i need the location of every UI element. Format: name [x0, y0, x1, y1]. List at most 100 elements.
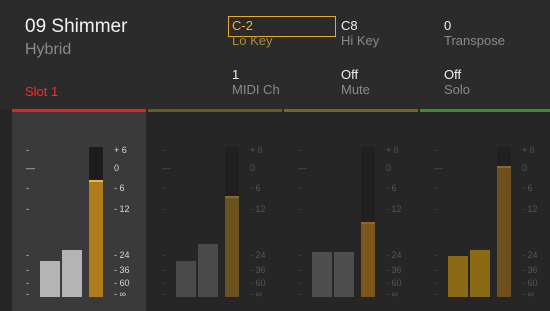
db-scale-label: - 36	[522, 265, 538, 275]
db-scale-label: + 6	[386, 145, 399, 155]
mute-value[interactable]: Off	[341, 68, 370, 82]
scale-mark: -	[26, 250, 29, 260]
scale-mark: -	[26, 183, 29, 193]
scale-mark: -	[26, 204, 29, 214]
db-scale-label: - 6	[250, 183, 261, 193]
volume-bar[interactable]	[448, 256, 468, 297]
scale-mark: —	[298, 163, 307, 173]
scale-mark: -	[434, 289, 437, 299]
hi-key-param[interactable]: C8 Hi Key	[341, 19, 380, 49]
db-scale-label: + 6	[250, 145, 263, 155]
db-scale-label: + 6	[114, 145, 127, 155]
volume-bar[interactable]	[470, 250, 490, 297]
db-scale-label: - 36	[114, 265, 130, 275]
volume-bar[interactable]	[198, 244, 218, 297]
channel-strip-slot-1[interactable]: - + 6 — 0 - - 6 - - 12 - - 24 - - 36 - - 60 - - ∞	[12, 109, 146, 311]
channel-strip-slot-3[interactable]: - + 6 — 0 - - 6 - - 12 - - 24 - - 36 - - 60 - - ∞	[284, 109, 418, 311]
scale-mark: -	[162, 183, 165, 193]
scale-mark: —	[162, 163, 171, 173]
scale-mark: -	[298, 183, 301, 193]
db-scale-label: - 24	[250, 250, 266, 260]
level-meter-fill	[89, 180, 103, 297]
scale-mark: -	[162, 278, 165, 288]
db-scale-label: - 60	[250, 278, 266, 288]
scale-mark: -	[434, 204, 437, 214]
preset-type: Hybrid	[25, 41, 72, 58]
db-scale-label: - ∞	[250, 289, 262, 299]
db-scale-label: - 36	[386, 265, 402, 275]
scale-mark: -	[434, 183, 437, 193]
scale-mark: -	[298, 204, 301, 214]
scale-mark: -	[26, 145, 29, 155]
scale-mark: -	[298, 250, 301, 260]
solo-param[interactable]: Off Solo	[444, 68, 471, 98]
preset-name[interactable]: 09 Shimmer	[25, 16, 127, 38]
db-scale-label: - 6	[114, 183, 125, 193]
lo-key-value[interactable]: C-2	[232, 19, 272, 33]
db-scale-label: 0	[250, 163, 256, 173]
scale-mark: -	[162, 145, 165, 155]
midi-ch-value[interactable]: 1	[232, 68, 280, 82]
scale-mark: -	[162, 204, 165, 214]
lo-key-label: Lo Key	[232, 33, 273, 48]
preset-header: 09 Shimmer Hybrid Slot 1 C-2 Lo Key C8 H…	[0, 0, 550, 109]
db-scale-label: - 12	[250, 204, 266, 214]
db-scale-label: - 24	[114, 250, 130, 260]
volume-bar[interactable]	[62, 250, 82, 297]
db-scale-label: - 12	[522, 204, 538, 214]
scale-mark: -	[26, 278, 29, 288]
hi-key-label: Hi Key	[341, 33, 380, 48]
volume-bar[interactable]	[176, 261, 196, 297]
transpose-param[interactable]: 0 Transpose	[444, 19, 505, 49]
solo-label: Solo	[444, 82, 471, 97]
db-scale-label: + 6	[522, 145, 535, 155]
db-scale-label: 0	[114, 163, 120, 173]
scale-mark: -	[298, 145, 301, 155]
hi-key-value[interactable]: C8	[341, 19, 379, 33]
db-scale-label: 0	[386, 163, 392, 173]
scale-mark: -	[162, 265, 165, 275]
mute-param[interactable]: Off Mute	[341, 68, 370, 98]
volume-bar[interactable]	[40, 261, 60, 297]
scale-mark: —	[434, 163, 443, 173]
scale-mark: -	[434, 278, 437, 288]
transpose-value[interactable]: 0	[444, 19, 505, 33]
scale-mark: -	[162, 250, 165, 260]
scale-mark: -	[434, 265, 437, 275]
db-scale-label: - 12	[114, 204, 130, 214]
scale-mark: -	[162, 289, 165, 299]
volume-bar[interactable]	[312, 252, 332, 297]
solo-value[interactable]: Off	[444, 68, 470, 82]
channel-strip-slot-4[interactable]: - + 6 — 0 - - 6 - - 12 - - 24 - - 36 - - 60 - - ∞	[420, 109, 550, 311]
level-meter-fill	[225, 196, 239, 297]
scale-mark: -	[298, 278, 301, 288]
db-scale-label: - ∞	[522, 289, 534, 299]
db-scale-label: - 6	[522, 183, 533, 193]
db-scale-label: - 24	[522, 250, 538, 260]
db-scale-label: - 60	[114, 278, 130, 288]
scale-mark: -	[298, 265, 301, 275]
scale-mark: -	[26, 289, 29, 299]
db-scale-label: - ∞	[114, 289, 126, 299]
midi-ch-label: MIDI Ch	[232, 82, 280, 97]
db-scale-label: 0	[522, 163, 528, 173]
channel-strip-slot-2[interactable]: - + 6 — 0 - - 6 - - 12 - - 24 - - 36 - - 60 - - ∞	[148, 109, 282, 311]
db-scale-label: - 12	[386, 204, 402, 214]
level-meter-fill	[361, 222, 375, 297]
scale-mark: -	[434, 145, 437, 155]
lo-key-param[interactable]: C-2 Lo Key	[232, 19, 273, 49]
scale-mark: -	[26, 265, 29, 275]
transpose-label: Transpose	[444, 33, 505, 48]
slot-label[interactable]: Slot 1	[25, 84, 58, 99]
db-scale-label: - 60	[522, 278, 538, 288]
db-scale-label: - 6	[386, 183, 397, 193]
scale-mark: —	[26, 163, 35, 173]
volume-bar[interactable]	[334, 252, 354, 297]
slot-mixer: - + 6—0- - 6-- 12- - 24- - 36- - 60- - ∞ - + 6—0…	[0, 109, 550, 311]
midi-ch-param[interactable]: 1 MIDI Ch	[232, 68, 280, 98]
db-scale-label: - 36	[250, 265, 266, 275]
db-scale-label: - 24	[386, 250, 402, 260]
scale-mark: -	[298, 289, 301, 299]
scale-mark: -	[434, 250, 437, 260]
db-scale-label: - ∞	[386, 289, 398, 299]
